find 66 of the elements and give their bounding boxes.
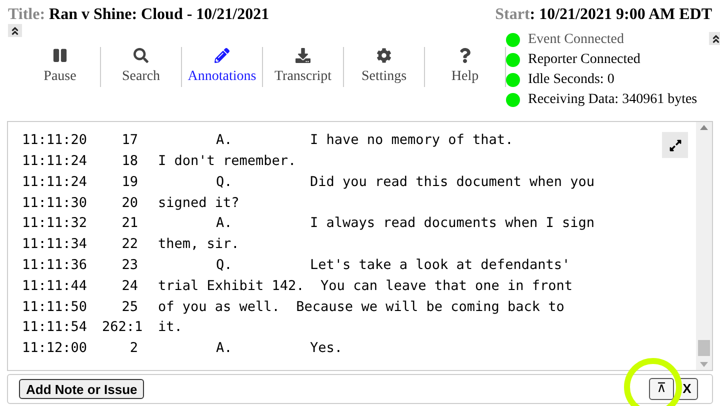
transcript-text: Let's take a look at defendants'	[310, 256, 570, 276]
line-number: 25	[120, 298, 138, 317]
line-number: 23	[120, 256, 138, 276]
transcript-text: I always read documents when I sign	[310, 214, 594, 234]
double-chevron-up-icon	[10, 26, 20, 36]
timestamp: 11:11:50	[22, 298, 88, 317]
transcript-text: Yes.	[310, 339, 343, 358]
line-number: 17	[120, 131, 138, 150]
toolbar-button[interactable]: Settings	[344, 47, 424, 87]
download-icon	[295, 48, 311, 63]
timestamp: 11:11:30	[22, 194, 88, 213]
double-chevron-up-icon	[711, 34, 720, 44]
timestamp: 11:11:32	[22, 214, 88, 234]
scroll-top-button[interactable]: ⊼	[649, 378, 674, 400]
timestamp: 11:12:00	[22, 339, 88, 358]
scroll-up-icon	[700, 125, 708, 130]
line-number: 20	[120, 194, 138, 213]
toolbar-button[interactable]: Help	[425, 47, 505, 87]
collapse-button[interactable]	[8, 24, 22, 37]
line-number: 21	[120, 214, 138, 234]
timestamp: 11:11:24	[22, 152, 88, 172]
toolbar-button[interactable]: Pause	[20, 47, 100, 87]
status-text: Idle Seconds: 0	[528, 71, 614, 89]
speaker-label: A.	[216, 339, 234, 358]
collapse-button[interactable]	[709, 32, 720, 45]
toolbar-button[interactable]: Search	[101, 47, 181, 87]
speaker-label: Q.	[216, 256, 234, 276]
line-number: 18	[120, 152, 138, 172]
pause-icon	[52, 48, 68, 63]
expand-button[interactable]	[662, 132, 688, 158]
toolbar-button[interactable]: Annotations	[182, 47, 262, 87]
help-icon	[457, 48, 473, 63]
settings-icon	[376, 48, 392, 63]
timestamp: 11:11:36	[22, 256, 88, 276]
speaker-label: A.	[216, 131, 234, 150]
status-text: Receiving Data: 340961 bytes	[528, 91, 698, 109]
transcript-text: I have no memory of that.	[310, 131, 514, 150]
scrollbar[interactable]	[696, 122, 712, 370]
status-text: Event Connected	[528, 31, 624, 49]
timestamp: 11:11:20	[22, 131, 88, 150]
transcript-text: them, sir.	[158, 235, 240, 254]
transcript-text: Did you read this document when you	[310, 172, 594, 192]
speaker-label: A.	[216, 214, 234, 234]
transcript-text: trial Exhibit 142. You can leave that one in front	[158, 276, 573, 296]
title-text: Title: Ran v Shine: Cloud - 10/21/2021	[8, 5, 270, 25]
transcript-text: I don't remember.	[158, 152, 296, 172]
add-note-button[interactable]: Add Note or Issue	[19, 379, 144, 399]
speaker-label: Q.	[216, 172, 234, 192]
timestamp: 11:11:34	[22, 235, 88, 254]
transcript-text: of you as well. Because we will be coming back to	[158, 298, 564, 317]
start-time-text: Start: 10/21/2021 9:00 AM EDT	[495, 5, 712, 25]
timestamp: 11:11:44	[22, 276, 88, 296]
line-number: 24	[120, 276, 138, 296]
scrollbar-thumb[interactable]	[698, 340, 710, 356]
scroll-down-icon	[700, 362, 708, 367]
timestamp: 11:11:24	[22, 172, 88, 192]
status-text: Reporter Connected	[528, 51, 640, 69]
line-number: 22	[120, 235, 138, 254]
transcript-text: it.	[158, 318, 182, 338]
line-number: 2	[128, 339, 138, 358]
search-icon	[133, 48, 149, 63]
transcript-text: signed it?	[158, 194, 240, 213]
expand-icon	[668, 138, 682, 152]
pencil-icon	[214, 48, 230, 63]
toolbar-button[interactable]: Transcript	[263, 47, 343, 87]
line-number: 19	[120, 172, 138, 192]
